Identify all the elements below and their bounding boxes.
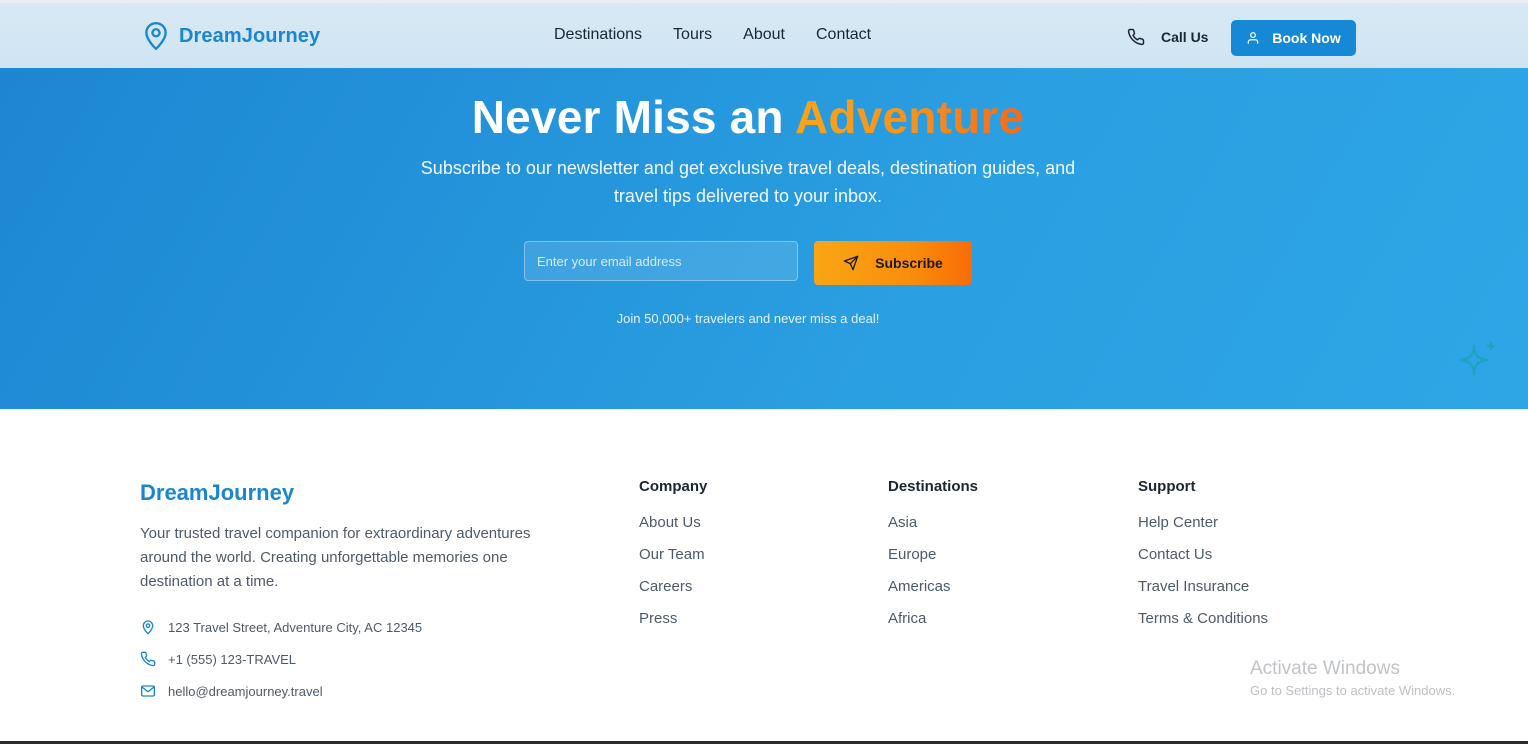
phone-icon (1127, 28, 1145, 46)
map-pin-icon (145, 21, 167, 51)
footer-phone-text: +1 (555) 123-TRAVEL (168, 651, 297, 667)
footer-column-destinations: Destinations Asia Europe Americas Africa (888, 478, 978, 642)
footer-column-title: Destinations (888, 478, 979, 495)
footer-link-terms[interactable]: Terms & Conditions (1138, 610, 1268, 642)
map-pin-icon (142, 620, 154, 635)
hero-subtitle: Subscribe to our newsletter and get excl… (420, 158, 1076, 206)
nav-about[interactable]: About (743, 26, 785, 44)
watermark-subtitle: Go to Settings to activate Windows. (1250, 683, 1456, 698)
hero-title-main: Never Miss an (471, 91, 784, 143)
mail-icon (141, 685, 155, 697)
footer-email[interactable]: hello@dreamjourney.travel (140, 683, 323, 699)
nav-contact[interactable]: Contact (816, 26, 871, 44)
subscribe-label: Subscribe (875, 255, 943, 271)
brand-name: DreamJourney (179, 24, 321, 47)
footer-column-title: Company (639, 478, 708, 495)
footer-link-press[interactable]: Press (639, 610, 707, 642)
hero-title-accent: Adventure (794, 91, 1025, 143)
footer-link-about-us[interactable]: About Us (639, 514, 707, 546)
footer-address-text: 123 Travel Street, Adventure City, AC 12… (168, 619, 423, 635)
windows-activation-watermark: Activate Windows Go to Settings to activ… (1250, 658, 1455, 698)
user-icon (1247, 32, 1259, 44)
footer-link-contact-us[interactable]: Contact Us (1138, 546, 1268, 578)
footer-link-travel-insurance[interactable]: Travel Insurance (1138, 578, 1268, 610)
site-header: DreamJourney Destinations Tours About Co… (0, 0, 1528, 68)
footer-link-careers[interactable]: Careers (639, 578, 707, 610)
subscribe-button[interactable]: Subscribe (814, 241, 972, 285)
footer-link-our-team[interactable]: Our Team (639, 546, 707, 578)
nav-tours[interactable]: Tours (673, 26, 712, 44)
hero-note: Join 50,000+ travelers and never miss a … (616, 311, 880, 326)
footer-link-help-center[interactable]: Help Center (1138, 514, 1268, 546)
book-now-label: Book Now (1272, 30, 1341, 46)
send-icon (843, 255, 859, 271)
call-us-link[interactable]: Call Us (1127, 28, 1208, 46)
newsletter-hero: Never Miss an Adventure Subscribe to our… (0, 68, 1528, 409)
brand-logo[interactable]: DreamJourney (143, 21, 320, 51)
sparkle-icon (1458, 342, 1495, 376)
footer-link-africa[interactable]: Africa (888, 610, 978, 642)
footer-phone[interactable]: +1 (555) 123-TRAVEL (140, 651, 296, 667)
book-now-button[interactable]: Book Now (1231, 20, 1356, 56)
nav-destinations[interactable]: Destinations (554, 26, 642, 44)
footer-column-title: Support (1138, 478, 1196, 495)
footer-description: Your trusted travel companion for extrao… (140, 525, 531, 590)
footer-email-text: hello@dreamjourney.travel (168, 683, 323, 699)
footer-brand: DreamJourney (140, 480, 295, 505)
footer-address: 123 Travel Street, Adventure City, AC 12… (140, 619, 422, 635)
phone-icon (140, 651, 156, 667)
watermark-title: Activate Windows (1250, 658, 1400, 679)
footer-link-americas[interactable]: Americas (888, 578, 978, 610)
footer-link-asia[interactable]: Asia (888, 514, 978, 546)
main-nav: Destinations Tours About Contact (554, 26, 871, 44)
hero-title: Never Miss an Adventure (0, 90, 1496, 144)
call-us-label: Call Us (1161, 29, 1209, 45)
footer-column-company: Company About Us Our Team Careers Press (639, 478, 707, 642)
email-input[interactable] (524, 241, 798, 281)
footer-link-europe[interactable]: Europe (888, 546, 978, 578)
footer-column-support: Support Help Center Contact Us Travel In… (1138, 478, 1268, 642)
